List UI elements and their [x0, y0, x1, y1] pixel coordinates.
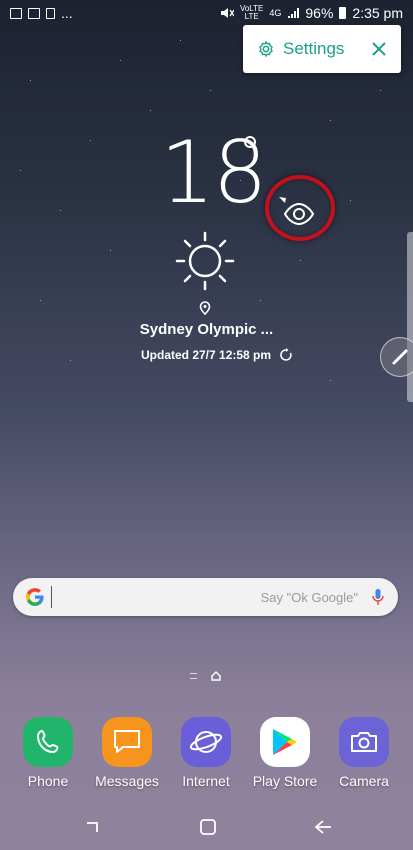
signal-icon	[288, 8, 300, 18]
app-label: Messages	[95, 773, 159, 789]
app-play-store[interactable]: Play Store	[245, 717, 325, 789]
weather-updated-row: Updated 27/7 12:58 pm	[141, 348, 293, 362]
app-label: Phone	[27, 773, 69, 789]
app-messages[interactable]: Messages	[87, 717, 167, 789]
battery-percent: 96%	[305, 5, 334, 21]
system-status: VoLTE LTE 4G 96% 2:35 pm	[220, 5, 403, 21]
updated-time: Updated 27/7 12:58 pm	[141, 348, 272, 362]
page-indicator-menu	[190, 673, 197, 679]
messages-icon	[102, 717, 152, 767]
gear-icon	[259, 41, 273, 57]
planet-glyph	[189, 731, 223, 753]
refresh-icon[interactable]	[279, 348, 293, 362]
sim-notification-icon	[46, 7, 55, 19]
network-type: 4G	[269, 8, 282, 18]
search-hint: Say "Ok Google"	[260, 589, 358, 605]
settings-label: Settings	[283, 39, 345, 58]
sun-icon	[175, 231, 235, 291]
home-button[interactable]	[193, 816, 223, 838]
home-icon	[200, 819, 216, 835]
play-triangle-glyph	[273, 729, 297, 755]
phone-icon	[23, 717, 73, 767]
status-bar: ... VoLTE LTE 4G 96% 2:35 pm	[0, 0, 413, 26]
camera-icon	[339, 717, 389, 767]
clock: 2:35 pm	[352, 5, 403, 21]
app-label: Play Store	[252, 773, 318, 789]
text-cursor	[51, 586, 52, 608]
close-icon	[372, 42, 386, 56]
more-notifications: ...	[61, 5, 73, 21]
app-label: Camera	[339, 773, 389, 789]
edit-button[interactable]	[380, 337, 413, 377]
microphone-icon[interactable]	[372, 588, 384, 606]
pencil-icon	[392, 349, 408, 365]
back-icon	[314, 820, 331, 834]
chat-bubble-glyph	[114, 730, 140, 753]
image-notification-icon	[10, 7, 22, 19]
app-label: Internet	[182, 773, 230, 789]
google-search-bar[interactable]: Say "Ok Google"	[13, 578, 398, 616]
app-camera[interactable]: Camera	[324, 717, 404, 789]
notification-icons: ...	[10, 5, 73, 21]
internet-icon	[181, 717, 231, 767]
play-store-icon	[260, 717, 310, 767]
handset-glyph	[36, 729, 59, 754]
back-button[interactable]	[308, 816, 338, 838]
mute-icon	[220, 8, 234, 18]
app-phone[interactable]: Phone	[8, 717, 88, 789]
close-button[interactable]	[367, 37, 391, 61]
lte-label: LTE	[244, 12, 259, 21]
widget-settings-popup: Settings	[243, 25, 401, 73]
battery-icon	[339, 7, 347, 19]
volte-indicator: VoLTE LTE	[240, 5, 263, 21]
camera-glyph	[351, 732, 377, 752]
google-logo-icon	[26, 588, 44, 606]
recents-icon	[87, 822, 98, 832]
location-pin-icon	[199, 301, 211, 315]
degree-symbol	[244, 136, 256, 148]
page-indicator[interactable]	[190, 671, 221, 681]
navigation-bar	[0, 808, 413, 850]
weather-location: Sydney Olympic ...	[139, 321, 274, 338]
settings-button[interactable]: Settings	[257, 39, 344, 59]
app-internet[interactable]: Internet	[166, 717, 246, 789]
home-page-indicator-icon	[211, 671, 221, 681]
recents-button[interactable]	[79, 816, 109, 838]
eye-icon[interactable]	[277, 195, 321, 225]
image-notification-icon	[28, 7, 40, 19]
